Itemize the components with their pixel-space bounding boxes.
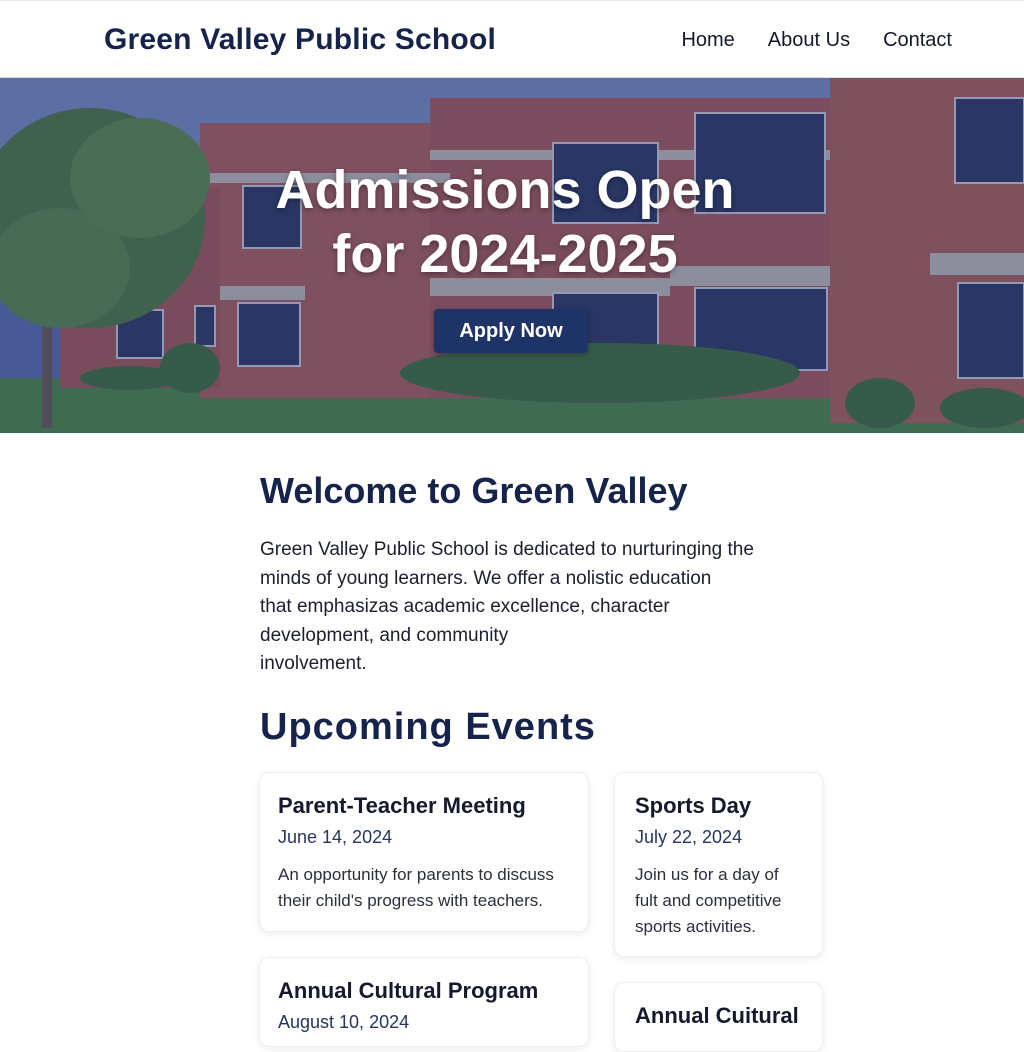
welcome-paragraph: Green Valley Public School is dedicated …	[260, 536, 780, 679]
site-title[interactable]: Green Valley Public School	[104, 23, 496, 57]
nav-home-link[interactable]: Home	[681, 29, 734, 52]
event-description: Join us for a day of fult and competitiv…	[635, 865, 782, 936]
event-date: July 22, 2024	[635, 827, 743, 847]
event-date: August 10, 2024	[278, 1012, 410, 1032]
nav-about-link[interactable]: About Us	[768, 29, 850, 52]
event-card[interactable]: Sports Day July 22, 2024 Join us for a d…	[614, 772, 823, 957]
welcome-line: Green Valley Public School is dedicated …	[260, 539, 754, 560]
hero-title: Admissions Open for 2024-2025	[0, 158, 1010, 286]
event-title: Annual Cuitural	[635, 1003, 799, 1028]
welcome-line: minds of young learners. We offer a noli…	[260, 567, 712, 589]
events-heading: Upcoming Events	[260, 706, 596, 748]
event-card[interactable]: Parent-Teacher Meeting June 14, 2024 An …	[259, 772, 589, 932]
hero-banner: Admissions Open for 2024-2025 Apply Now	[0, 78, 1024, 433]
main-nav: Home About Us Contact	[681, 29, 952, 52]
event-date: June 14, 2024	[278, 827, 393, 847]
event-description: An opportunity for parents to discuss th…	[278, 865, 554, 910]
welcome-line: that emphasizas academic excellence, cha…	[260, 596, 670, 617]
welcome-line: involvement.	[260, 653, 367, 674]
nav-contact-link[interactable]: Contact	[883, 29, 952, 52]
welcome-line: development, and community	[260, 624, 509, 646]
event-title: Annual Cultural Program	[278, 978, 539, 1003]
event-card[interactable]: Annual Cuitural	[614, 982, 823, 1052]
event-title: Parent-Teacher Meeting	[278, 793, 526, 818]
hero-title-line-1: Admissions Open	[275, 160, 735, 220]
apply-now-button[interactable]: Apply Now	[434, 309, 588, 353]
welcome-heading: Welcome to Green Valley	[260, 470, 688, 511]
site-header: Green Valley Public School Home About Us…	[0, 0, 1024, 78]
event-card[interactable]: Annual Cultural Program August 10, 2024	[259, 957, 589, 1047]
hero-title-line-2: for 2024-2025	[332, 224, 678, 284]
event-title: Sports Day	[635, 793, 752, 818]
